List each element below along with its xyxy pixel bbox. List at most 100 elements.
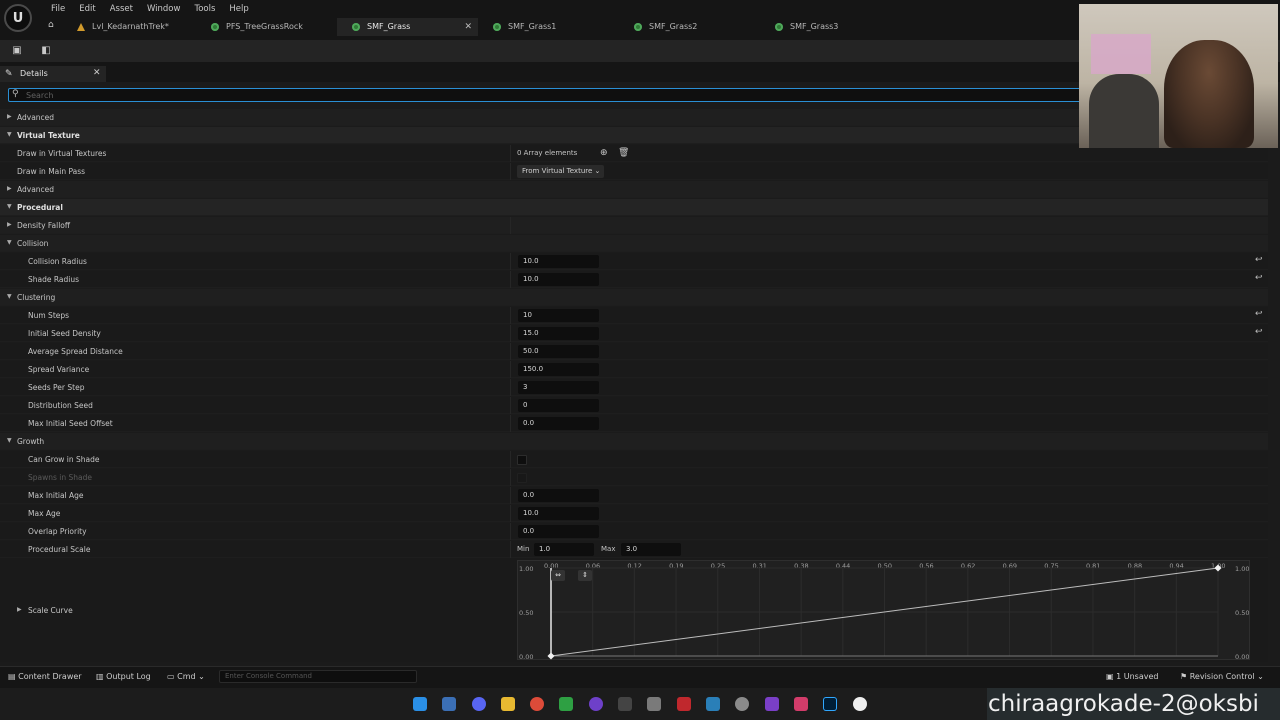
browse-icon[interactable]: ◧ [39,44,53,58]
windows-start-icon[interactable] [413,697,427,711]
scale-max-input[interactable]: 3.0 [621,543,681,556]
spread-variance-input[interactable]: 150.0 [518,363,599,376]
curve-x-tick: 0.31 [752,562,766,570]
chevron-right-icon[interactable]: ▶ [17,606,22,613]
draw-in-main-pass-dropdown[interactable]: From Virtual Texture ⌄ [517,165,604,178]
file-explorer-icon[interactable] [501,697,515,711]
visual-studio-icon[interactable] [765,697,779,711]
rider-icon[interactable] [794,697,808,711]
details-tab[interactable]: ✎ Details ✕ [0,66,106,82]
max-initial-seed-offset-input[interactable]: 0.0 [518,417,599,430]
cmd-dropdown[interactable]: ▭ Cmd ⌄ [167,672,205,681]
content-drawer-button[interactable]: ▤ Content Drawer [8,672,82,681]
fit-horizontal-icon[interactable]: ⇔ [551,570,565,581]
num-steps-input[interactable]: 10 [518,309,599,322]
column-divider [510,469,511,486]
collision-radius-input[interactable]: 10.0 [518,255,599,268]
photoshop-icon[interactable] [823,697,837,711]
curve-editor[interactable]: 0.00 0.06 0.12 0.19 0.25 0.31 0.38 0.44 0.50 0.56… [517,560,1251,661]
overlap-priority-input[interactable]: 0.0 [518,525,599,538]
menu-file[interactable]: File [44,2,72,16]
menu-edit[interactable]: Edit [72,2,102,16]
discord-icon[interactable] [472,697,486,711]
tab-smf-grass1[interactable]: SMF_Grass1 [478,18,619,36]
curve-x-tick: 0.12 [627,562,641,570]
max-initial-age-input[interactable]: 0.0 [518,489,599,502]
fit-vertical-icon[interactable]: ⇕ [578,570,592,581]
unreal-taskbar-icon[interactable] [853,697,867,711]
unsaved-indicator[interactable]: ▣ 1 Unsaved [1106,672,1158,681]
close-icon[interactable]: ✕ [93,68,101,78]
category-advanced[interactable]: ▶ Advanced [0,109,1268,126]
save-icon[interactable]: ▣ [10,44,24,58]
store-icon[interactable] [706,697,720,711]
category-advanced-2[interactable]: ▶ Advanced [0,181,1268,198]
average-spread-distance-input[interactable]: 50.0 [518,345,599,358]
chevron-down-icon: ▼ [7,203,12,210]
category-collision[interactable]: ▼ Collision [0,235,1268,252]
editor-tabs: Lvl_KedarnathTrek* PFS_TreeGrassRock SMF… [40,18,901,36]
column-divider [510,271,511,288]
seeds-per-step-input[interactable]: 3 [518,381,599,394]
chevron-down-icon: ▼ [7,239,12,246]
reset-icon[interactable]: ↩ [1255,255,1263,265]
max-age-input[interactable]: 10.0 [518,507,599,520]
category-clustering[interactable]: ▼ Clustering [0,289,1268,306]
scale-min-input[interactable]: 1.0 [534,543,594,556]
output-log-button[interactable]: ▥ Output Log [96,672,151,681]
trash-icon[interactable]: 🗑 [618,148,629,158]
curve-y-tick: 0.50 [1235,609,1249,617]
console-icon: ▭ [167,672,175,681]
console-placeholder: Enter Console Command [225,672,313,680]
property-label: Max Initial Age [28,491,84,500]
search-app-icon[interactable] [735,697,749,711]
property-label: Spread Variance [28,365,90,374]
section-virtual-texture[interactable]: ▼ Virtual Texture [0,127,1268,144]
category-density-falloff[interactable]: ▶ Density Falloff [0,217,1268,234]
curve-x-tick: 0.69 [1003,562,1017,570]
menu-bar: File Edit Asset Window Tools Help [44,2,256,16]
property-overlap-priority: Overlap Priority 0.0 [0,523,1268,540]
tab-smf-grass[interactable]: SMF_Grass ✕ [337,18,478,36]
tab-label: SMF_Grass2 [649,22,698,31]
tab-smf-grass2[interactable]: SMF_Grass2 [619,18,760,36]
reset-icon[interactable]: ↩ [1255,273,1263,283]
spreadsheet-icon[interactable] [559,697,573,711]
property-seeds-per-step: Seeds Per Step 3 [0,379,1268,396]
menu-asset[interactable]: Asset [103,2,140,16]
github-icon[interactable] [589,697,603,711]
curve-x-tick: 0.19 [669,562,683,570]
can-grow-in-shade-checkbox[interactable] [517,455,527,465]
menu-window[interactable]: Window [140,2,188,16]
details-title: Details [20,69,48,78]
tab-smf-grass3[interactable]: SMF_Grass3 [760,18,901,36]
shade-radius-input[interactable]: 10.0 [518,273,599,286]
menu-tools[interactable]: Tools [187,2,222,16]
distribution-seed-input[interactable]: 0 [518,399,599,412]
snipping-tool-icon[interactable] [647,697,661,711]
reset-icon[interactable]: ↩ [1255,309,1263,319]
category-growth[interactable]: ▼ Growth [0,433,1268,450]
revision-control-button[interactable]: ⚑ Revision Control ⌄ [1180,672,1264,681]
initial-seed-density-input[interactable]: 15.0 [518,327,599,340]
tab-lvl-kedarnathtrek[interactable]: Lvl_KedarnathTrek* [62,18,196,36]
curve-key[interactable] [547,652,555,660]
chevron-right-icon: ▶ [7,221,12,228]
red-app-icon[interactable] [677,697,691,711]
outlook-icon[interactable] [442,697,456,711]
level-icon [77,23,85,31]
section-procedural[interactable]: ▼ Procedural [0,199,1268,216]
terminal-icon[interactable] [618,697,632,711]
property-can-grow-in-shade: Can Grow in Shade [0,451,1268,468]
unreal-logo-icon[interactable]: U [4,4,32,32]
close-icon[interactable]: ✕ [464,18,472,36]
curve-y-tick: 1.00 [519,565,533,573]
curve-graph[interactable]: 0.00 0.06 0.12 0.19 0.25 0.31 0.38 0.44 0.50 0.56… [518,561,1251,661]
reset-icon[interactable]: ↩ [1255,327,1263,337]
tab-pfs-treegrassrock[interactable]: PFS_TreeGrassRock [196,18,337,36]
property-label: Seeds Per Step [28,383,85,392]
add-element-icon[interactable]: ⊕ [600,148,608,158]
menu-help[interactable]: Help [222,2,255,16]
console-command-input[interactable]: Enter Console Command [219,670,417,683]
chrome-icon[interactable] [530,697,544,711]
